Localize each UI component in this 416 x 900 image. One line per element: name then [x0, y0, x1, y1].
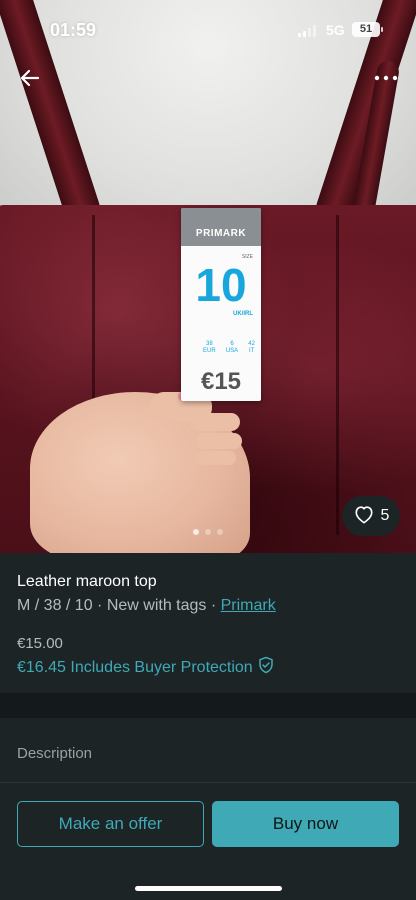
cellular-signal-icon	[298, 25, 318, 37]
make-offer-button[interactable]: Make an offer	[17, 801, 204, 847]
tag-size-cell: 42 IT	[248, 341, 255, 354]
action-bar: Make an offer Buy now	[0, 783, 416, 900]
home-indicator[interactable]	[135, 886, 282, 891]
item-title: Leather maroon top	[17, 573, 157, 590]
more-horizontal-icon	[372, 75, 400, 94]
description-label: Description	[17, 745, 93, 762]
pagination-dot[interactable]	[205, 529, 211, 535]
heart-icon	[353, 504, 375, 529]
buyer-price-text: €16.45 Includes Buyer Protection	[17, 658, 253, 676]
item-info: Leather maroon top M / 38 / 10 · New wit…	[0, 553, 416, 693]
buy-now-button[interactable]: Buy now	[212, 801, 399, 847]
pagination-dot[interactable]	[193, 529, 199, 535]
tag-size: 10	[195, 259, 247, 311]
battery-icon: 51	[352, 22, 383, 37]
tag-size-cell: 38 EUR	[203, 341, 216, 354]
back-button[interactable]	[16, 64, 44, 92]
price-tag: PRIMARK SIZE 10 UK/IRL 38 EUR 6 USA 42 IT €…	[181, 208, 261, 401]
item-price: €15.00	[17, 635, 63, 652]
pagination-dot[interactable]	[217, 529, 223, 535]
tag-brand: PRIMARK	[181, 208, 261, 246]
tag-size-grid: 38 EUR 6 USA 42 IT	[203, 341, 255, 355]
buyer-protection-price[interactable]: €16.45 Includes Buyer Protection	[17, 656, 275, 679]
tag-size-cell: 6 USA	[225, 341, 239, 354]
garment-seam	[336, 215, 339, 535]
item-details: M / 38 / 10 · New with tags · Primark	[17, 597, 276, 615]
more-options-button[interactable]	[372, 66, 400, 90]
arrow-left-icon	[16, 69, 44, 96]
finger	[196, 433, 242, 449]
tag-price: €15	[200, 368, 242, 395]
finger	[190, 413, 240, 431]
tag-uk-label: UK/IRL	[233, 311, 253, 317]
item-photo[interactable]: PRIMARK SIZE 10 UK/IRL 38 EUR 6 USA 42 IT €…	[0, 0, 416, 553]
description-row[interactable]: Description	[0, 718, 416, 782]
favorite-button[interactable]: 5	[342, 496, 400, 536]
status-time: 01:59	[50, 20, 97, 40]
status-bar: 01:59 5G 51	[0, 0, 416, 60]
section-divider	[0, 693, 416, 718]
item-details-text: M / 38 / 10 · New with tags ·	[17, 597, 221, 614]
brand-link[interactable]: Primark	[221, 597, 276, 614]
network-type: 5G	[326, 22, 345, 38]
shield-check-icon	[257, 656, 275, 679]
favorite-count: 5	[380, 507, 390, 524]
finger	[196, 451, 236, 465]
